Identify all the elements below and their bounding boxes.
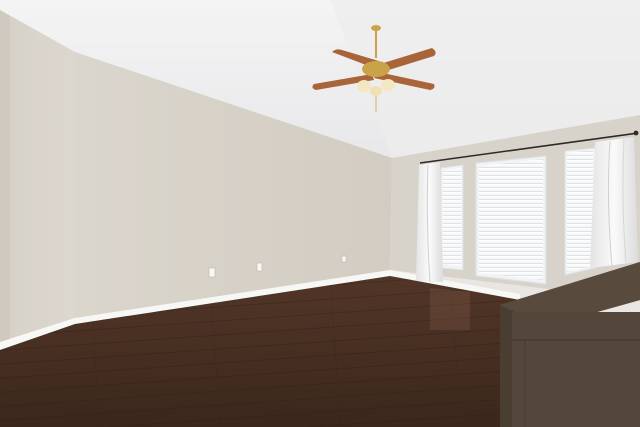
floor-reflection xyxy=(430,288,470,330)
dresser xyxy=(500,262,640,427)
curtain-panel xyxy=(590,137,638,268)
window-left-with-blinds xyxy=(440,164,464,271)
wall-outlet xyxy=(208,267,216,278)
curtain-panel xyxy=(416,162,443,282)
wall-outlet xyxy=(256,262,263,272)
room-photo xyxy=(0,0,640,427)
curtain-rod-finial xyxy=(633,130,639,136)
window-center-with-blinds xyxy=(475,155,547,285)
left-wall xyxy=(0,10,75,342)
wall-outlet xyxy=(341,255,347,263)
left-wall-corner-shadow xyxy=(0,10,10,342)
